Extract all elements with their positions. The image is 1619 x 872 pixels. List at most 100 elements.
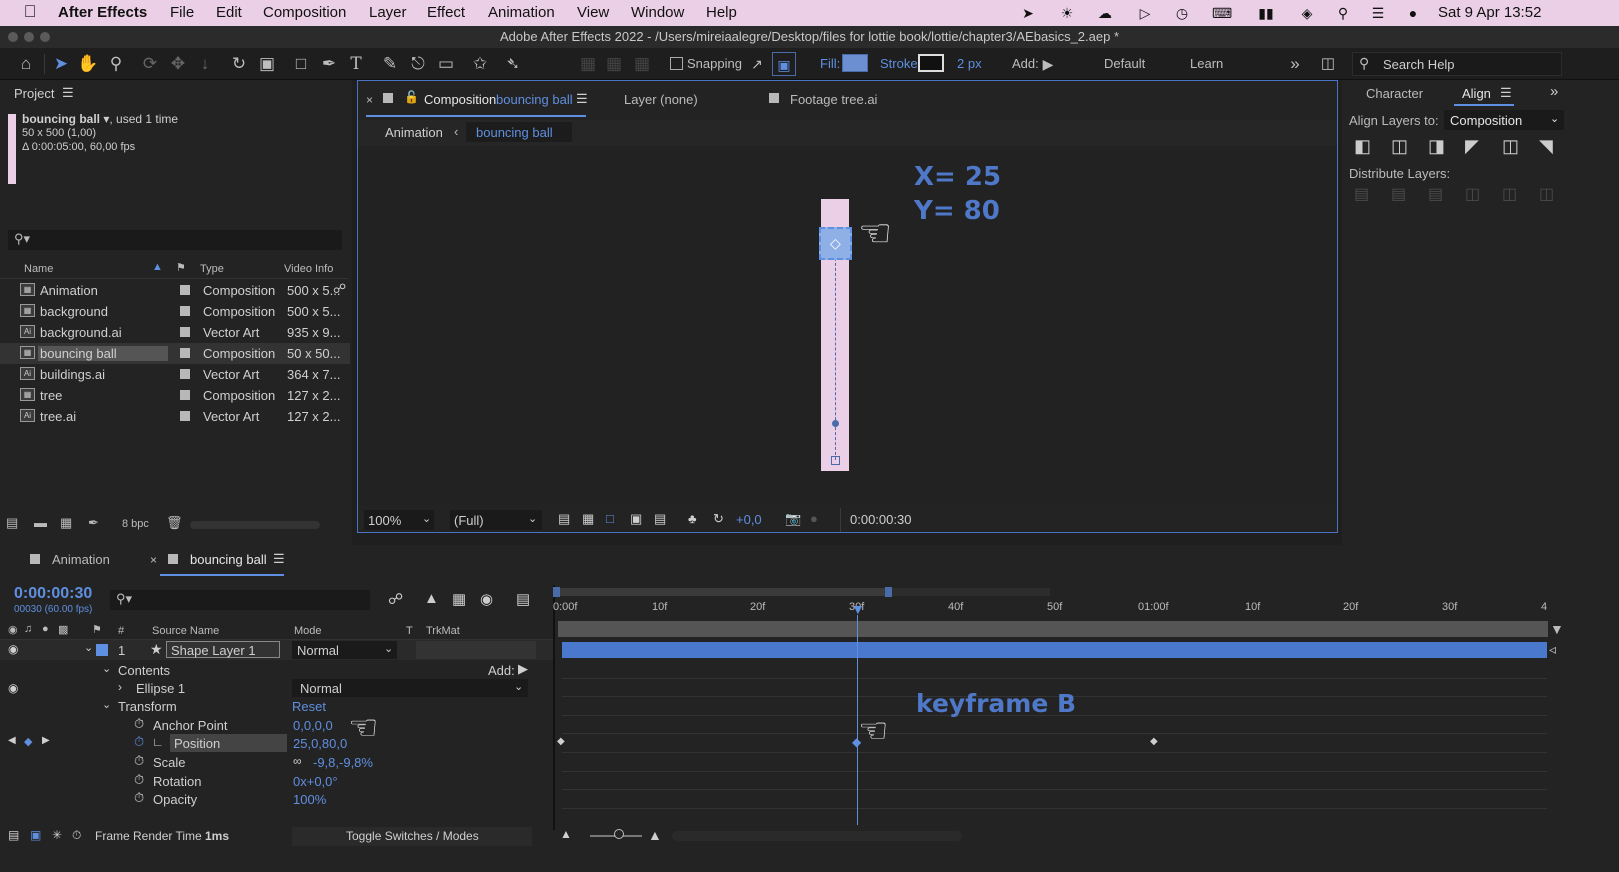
label-swatch[interactable] xyxy=(180,327,190,337)
reset-link[interactable]: Reset xyxy=(292,699,326,714)
menu-help[interactable]: Help xyxy=(706,4,737,21)
project-item[interactable]: Ai buildings.ai Vector Art 364 x 7... xyxy=(0,364,350,385)
interpret-footage-icon[interactable]: ▤ xyxy=(6,515,18,531)
label-swatch[interactable] xyxy=(180,348,190,358)
location-icon[interactable]: ➤ xyxy=(1018,3,1038,23)
menu-animation[interactable]: Animation xyxy=(488,4,555,21)
current-time-display[interactable]: 0:00:00:30 xyxy=(14,585,92,603)
zoom-out-icon[interactable]: ▲ xyxy=(560,827,572,841)
brush-tool-icon[interactable]: ✎ xyxy=(378,52,402,76)
property-value[interactable]: 100% xyxy=(293,792,326,807)
property-value[interactable]: 0,0,0,0 xyxy=(293,718,333,733)
workspace-default[interactable]: Default xyxy=(1104,56,1145,71)
clone-stamp-tool-icon[interactable]: ⎋ xyxy=(406,52,430,76)
comp-timecode[interactable]: 0:00:00:30 xyxy=(850,512,911,527)
siri-icon[interactable]: ● xyxy=(1403,3,1423,23)
anchor-tool-icon[interactable]: ▣ xyxy=(255,52,279,76)
property-value[interactable]: -9,8,-9,8% xyxy=(313,755,373,770)
cloud-icon[interactable]: ☁ xyxy=(1095,3,1115,23)
zoom-window-button[interactable] xyxy=(40,32,50,42)
trkmat-dropdown[interactable] xyxy=(416,641,536,659)
breadcrumb-current[interactable]: bouncing ball xyxy=(476,125,553,140)
label-swatch[interactable] xyxy=(383,93,393,103)
sort-ascending-icon[interactable]: ▲ xyxy=(152,261,163,273)
layer-name[interactable]: Shape Layer 1 xyxy=(171,643,256,658)
align-vertical-center-icon[interactable]: ◫ xyxy=(1502,136,1519,157)
rotation-tool-icon[interactable]: ↻ xyxy=(227,52,251,76)
project-item[interactable]: Ai background.ai Vector Art 935 x 9... xyxy=(0,322,350,343)
content-auth-icon[interactable]: ◫ xyxy=(1316,52,1340,76)
align-layers-to-dropdown[interactable]: Composition ⌄ xyxy=(1444,110,1564,130)
anchor-handle[interactable] xyxy=(831,456,840,465)
align-right-icon[interactable]: ◨ xyxy=(1428,136,1445,157)
column-source-name[interactable]: Source Name xyxy=(152,625,219,637)
keyboard-icon[interactable]: ⌨ xyxy=(1212,3,1232,23)
stopwatch-active-icon[interactable]: ⏱ xyxy=(134,734,144,750)
zoom-slider-thumb[interactable] xyxy=(614,829,624,839)
more-workspaces-icon[interactable]: » xyxy=(1283,52,1307,76)
show-snapshot-icon[interactable]: ● xyxy=(810,511,818,526)
ball-layer[interactable]: ◇ xyxy=(819,227,852,260)
pen-tool-icon[interactable]: ✒ xyxy=(317,52,341,76)
layer-end-icon[interactable]: ◃ xyxy=(1549,641,1556,658)
roto-brush-tool-icon[interactable]: ✩ xyxy=(468,52,492,76)
visibility-eye-icon[interactable]: ◉ xyxy=(8,681,18,695)
render-time-icon[interactable]: ⏱ xyxy=(72,828,81,843)
minimize-window-button[interactable] xyxy=(24,32,34,42)
timeline-search-input[interactable]: ⚲▾ xyxy=(110,590,370,610)
new-composition-icon[interactable]: ▦ xyxy=(60,515,72,531)
layer-mode-dropdown[interactable]: Normal ⌄ xyxy=(292,641,397,659)
clock[interactable]: Sat 9 Apr 13:52 xyxy=(1438,4,1541,21)
project-search-input[interactable]: ⚲▾ xyxy=(8,230,342,250)
stopwatch-icon[interactable]: ⏱ xyxy=(134,790,144,806)
property-value[interactable]: 0x+0,0° xyxy=(293,774,338,789)
comp-tab-name[interactable]: bouncing ball xyxy=(496,92,573,107)
contents-row[interactable]: ⌄ Contents Add: ▶ xyxy=(0,661,553,680)
label-swatch[interactable] xyxy=(180,369,190,379)
transparency-grid-icon[interactable]: ▦ xyxy=(582,511,594,527)
bit-depth[interactable]: 8 bpc xyxy=(122,518,149,530)
hand-tool-icon[interactable]: ✋ xyxy=(76,52,100,76)
close-tab-icon[interactable]: × xyxy=(366,93,373,107)
add-menu-icon[interactable]: ▶ xyxy=(518,661,528,677)
panel-menu-icon[interactable]: ☰ xyxy=(1500,85,1512,101)
app-name-menu[interactable]: After Effects xyxy=(58,4,147,21)
composition-viewer[interactable]: ◇ ☜ X= 25 Y= 80 xyxy=(358,146,1337,505)
selection-tool-icon[interactable]: ➤ xyxy=(49,52,73,76)
trash-icon[interactable]: 🗑 xyxy=(166,515,183,531)
play-icon[interactable]: ▷ xyxy=(1135,3,1155,23)
graph-icon[interactable]: ∟ xyxy=(152,735,164,749)
type-tool-icon[interactable]: T xyxy=(344,52,368,76)
new-folder-icon[interactable]: ▬ xyxy=(34,515,47,530)
chevron-down-icon[interactable]: ⌄ xyxy=(84,641,93,654)
chevron-down-icon[interactable]: ⌄ xyxy=(102,662,111,675)
tab-align[interactable]: Align xyxy=(1462,86,1491,101)
comp-mini-flowchart-icon[interactable]: ☍ xyxy=(388,590,403,608)
work-area-start-handle[interactable] xyxy=(553,587,560,597)
audio-icon[interactable]: ♫ xyxy=(24,623,32,635)
scale-row[interactable]: ⏱ Scale ∞ -9,8,-9,8% xyxy=(0,753,553,772)
timeline-tab-bouncing-ball[interactable]: bouncing ball xyxy=(190,552,267,567)
brightness-icon[interactable]: ☀ xyxy=(1057,3,1077,23)
tab-character[interactable]: Character xyxy=(1366,86,1423,101)
layer-duration-bar[interactable] xyxy=(562,642,1547,658)
label-swatch[interactable] xyxy=(180,411,190,421)
ellipse-label[interactable]: Ellipse 1 xyxy=(136,681,185,696)
close-tab-icon[interactable]: × xyxy=(150,553,157,567)
panel-menu-icon[interactable]: ☰ xyxy=(62,85,74,101)
time-machine-icon[interactable]: ◷ xyxy=(1172,3,1192,23)
rectangle-tool-icon[interactable]: □ xyxy=(289,52,313,76)
align-top-icon[interactable]: ◤ xyxy=(1465,136,1479,157)
chevron-down-icon[interactable]: ▾ xyxy=(100,112,109,126)
stopwatch-icon[interactable]: ⏱ xyxy=(134,753,144,769)
panel-menu-icon[interactable]: ☰ xyxy=(273,551,285,567)
add-menu-icon[interactable]: ▶ xyxy=(1036,52,1060,76)
project-item[interactable]: ▦ background Composition 500 x 5... xyxy=(0,301,350,322)
keyframe-c[interactable]: ◆ xyxy=(1150,736,1158,747)
project-item[interactable]: ▦ Animation Composition 500 x 5... ☍ xyxy=(0,280,350,301)
zoom-tool-icon[interactable]: ⚲ xyxy=(104,52,128,76)
column-type[interactable]: Type xyxy=(200,263,224,275)
time-ruler[interactable]: 0:00f 10f 20f 30f 40f 50f 01:00f 10f 20f… xyxy=(553,585,1619,621)
rotation-row[interactable]: ⏱ Rotation 0x+0,0° xyxy=(0,772,553,791)
workspace-learn[interactable]: Learn xyxy=(1190,56,1223,71)
